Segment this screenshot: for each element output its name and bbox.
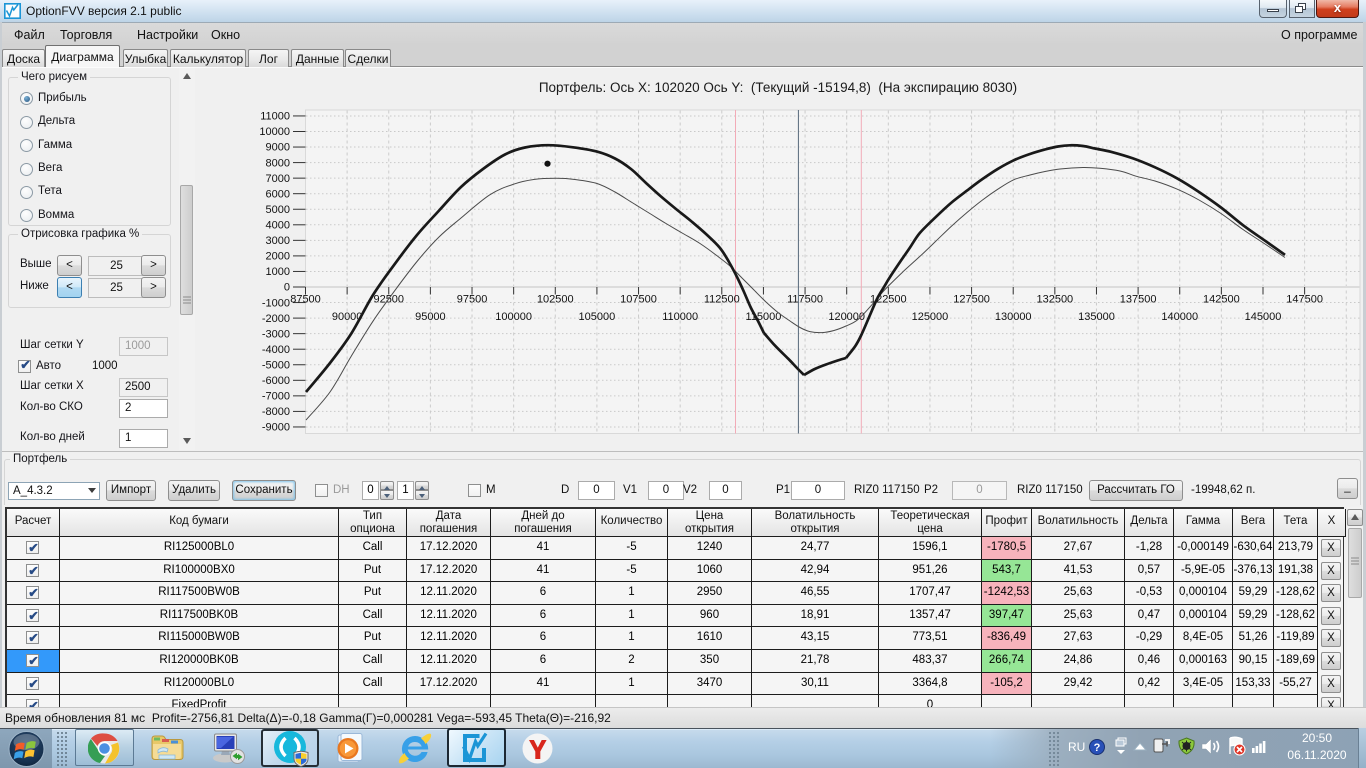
svg-text:105000: 105000 (579, 311, 616, 323)
svg-text:Портфель: Ось X: 102020 Ось Y:: Портфель: Ось X: 102020 Ось Y: (Текущий … (539, 80, 1017, 95)
svg-text:102500: 102500 (537, 294, 574, 306)
svg-text:115000: 115000 (745, 311, 781, 323)
svg-text:110000: 110000 (662, 311, 698, 323)
svg-text:0: 0 (284, 282, 290, 294)
svg-text:132500: 132500 (1036, 294, 1073, 306)
svg-text:127500: 127500 (953, 294, 990, 306)
svg-text:-5000: -5000 (262, 359, 290, 371)
svg-text:100000: 100000 (495, 311, 532, 323)
svg-text:120000: 120000 (828, 311, 865, 323)
svg-text:-3000: -3000 (262, 328, 290, 340)
svg-text:9000: 9000 (266, 142, 290, 154)
svg-text:112500: 112500 (704, 294, 740, 306)
svg-text:7000: 7000 (266, 173, 290, 185)
svg-text:-8000: -8000 (262, 406, 290, 418)
svg-text:137500: 137500 (1120, 294, 1157, 306)
svg-text:10000: 10000 (259, 126, 290, 138)
svg-text:?: ? (1094, 742, 1101, 754)
svg-text:6000: 6000 (266, 188, 290, 200)
svg-text:11000: 11000 (260, 111, 290, 123)
svg-text:5000: 5000 (266, 204, 290, 216)
svg-text:87500: 87500 (290, 294, 321, 306)
svg-text:145000: 145000 (1245, 311, 1282, 323)
svg-text:142500: 142500 (1203, 294, 1240, 306)
svg-text:-1000: -1000 (262, 297, 290, 309)
svg-text:-9000: -9000 (262, 422, 290, 434)
svg-text:-6000: -6000 (262, 375, 290, 387)
svg-text:8000: 8000 (266, 157, 290, 169)
svg-text:130000: 130000 (995, 311, 1032, 323)
svg-text:3000: 3000 (266, 235, 290, 247)
svg-text:2000: 2000 (266, 251, 290, 263)
svg-text:125000: 125000 (912, 311, 949, 323)
svg-text:135000: 135000 (1078, 311, 1115, 323)
svg-text:107500: 107500 (620, 294, 657, 306)
svg-text:117500: 117500 (787, 294, 823, 306)
svg-text:97500: 97500 (457, 294, 488, 306)
svg-text:147500: 147500 (1286, 294, 1323, 306)
svg-text:4000: 4000 (266, 220, 290, 232)
svg-text:-2000: -2000 (262, 313, 290, 325)
svg-text:140000: 140000 (1161, 311, 1198, 323)
svg-text:-7000: -7000 (262, 391, 290, 403)
svg-text:95000: 95000 (415, 311, 446, 323)
svg-text:-4000: -4000 (262, 344, 290, 356)
svg-text:1000: 1000 (266, 266, 290, 278)
